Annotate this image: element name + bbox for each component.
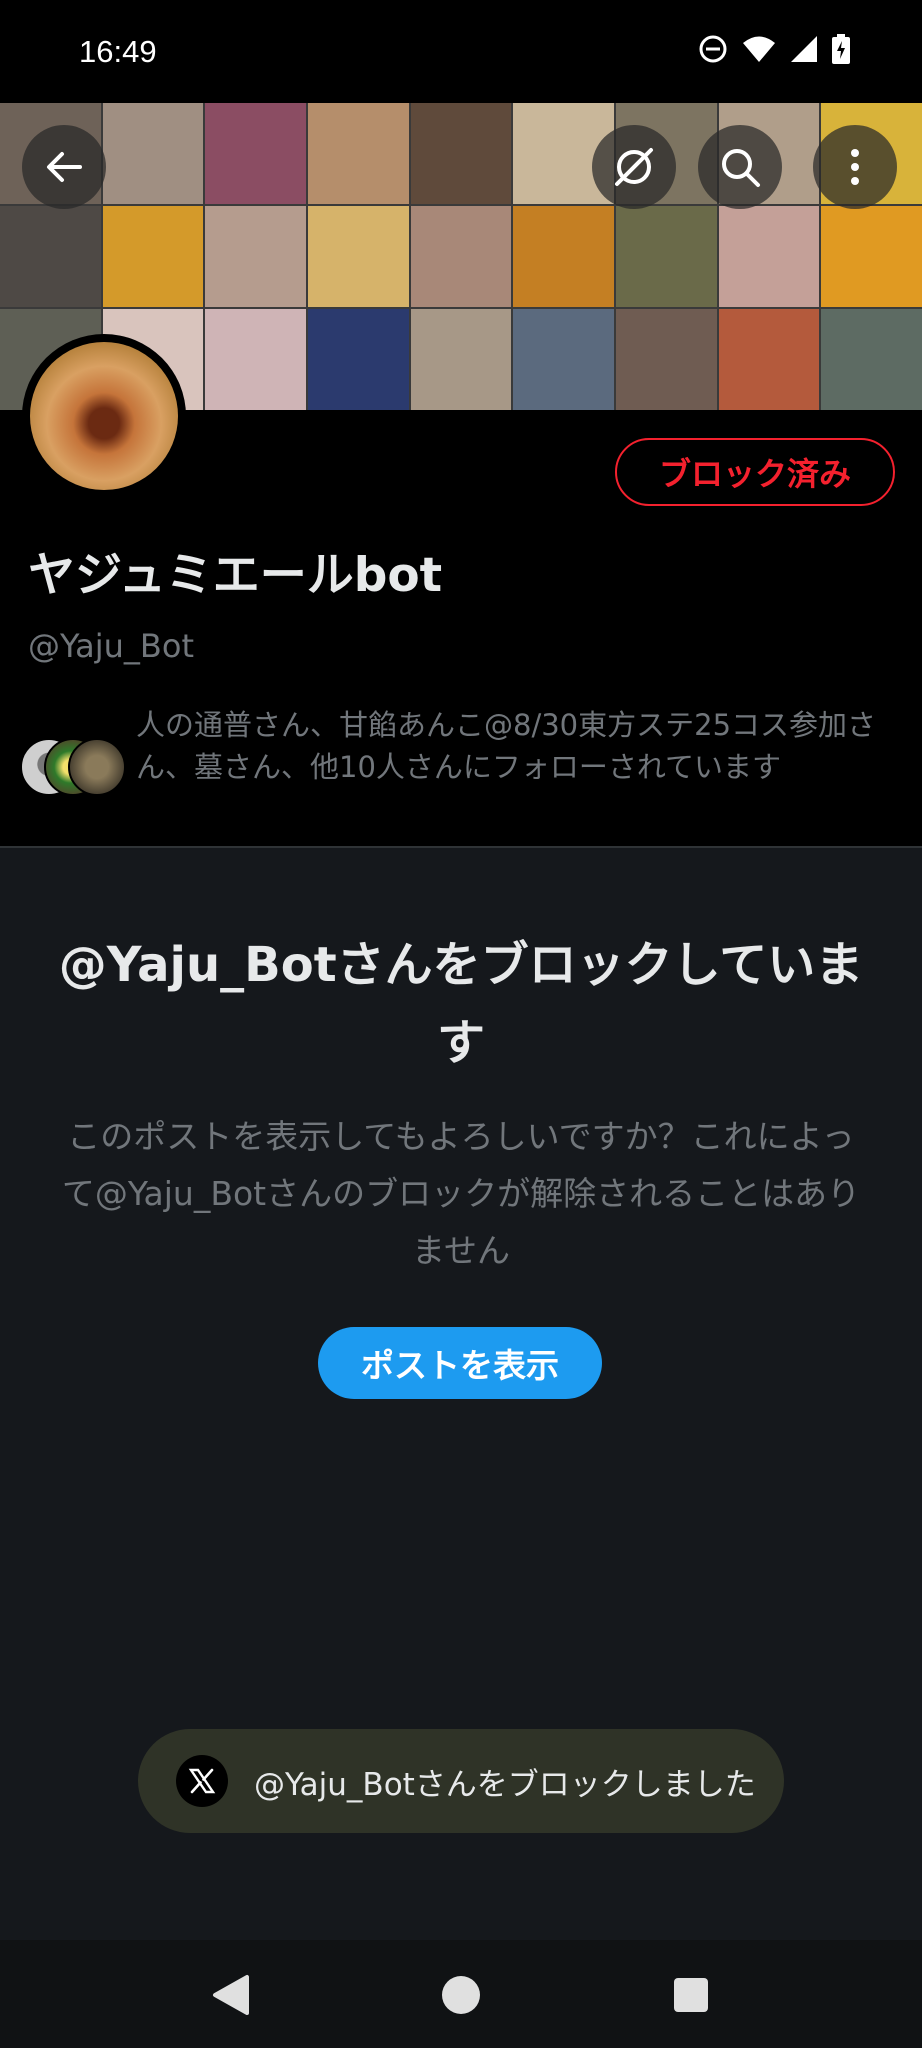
x-logo-icon <box>176 1755 228 1807</box>
blocked-button[interactable]: ブロック済み <box>615 438 895 506</box>
grok-button[interactable] <box>592 125 676 209</box>
avatar-image <box>30 342 178 490</box>
home-circle-icon[interactable] <box>440 1974 482 2016</box>
divider <box>0 846 922 848</box>
status-bar: 16:49 <box>0 0 922 103</box>
blocked-description: このポストを表示してもよろしいですか？これによって@Yaju_Botさんのブロッ… <box>61 1117 861 1270</box>
recents-square-icon[interactable] <box>672 1976 710 2014</box>
status-icons <box>698 34 850 64</box>
more-vert-icon <box>851 149 859 185</box>
signal-icon <box>791 36 817 62</box>
follower-avatar <box>68 738 126 796</box>
avatar[interactable] <box>22 334 186 498</box>
system-nav-bar <box>0 1940 922 2048</box>
more-options-button[interactable] <box>813 125 897 209</box>
search-icon <box>722 149 760 187</box>
battery-charging-icon <box>832 34 850 64</box>
do-not-disturb-icon <box>699 35 727 63</box>
followed-by-text: 人の通普さん、甘餡あんこ@8/30東方ステ25コス参加さん、墓さん、他10人さん… <box>136 708 877 784</box>
back-button[interactable] <box>22 125 106 209</box>
display-name: ヤジュミエールbot <box>28 548 443 603</box>
back-triangle-icon[interactable] <box>210 1974 250 2016</box>
wifi-icon <box>743 36 775 62</box>
toast-message: @Yaju_Botさんをブロックしました <box>254 1766 756 1803</box>
toast: @Yaju_Botさんをブロックしました <box>138 1729 784 1833</box>
arrow-left-icon <box>47 152 82 182</box>
show-posts-button[interactable]: ポストを表示 <box>318 1327 602 1399</box>
slashed-circle-icon <box>615 148 653 186</box>
user-handle: @Yaju_Bot <box>28 627 194 665</box>
search-button[interactable] <box>698 125 782 209</box>
blocked-title: @Yaju_Botさんをブロックしています <box>58 937 864 1071</box>
status-time: 16:49 <box>79 34 157 69</box>
